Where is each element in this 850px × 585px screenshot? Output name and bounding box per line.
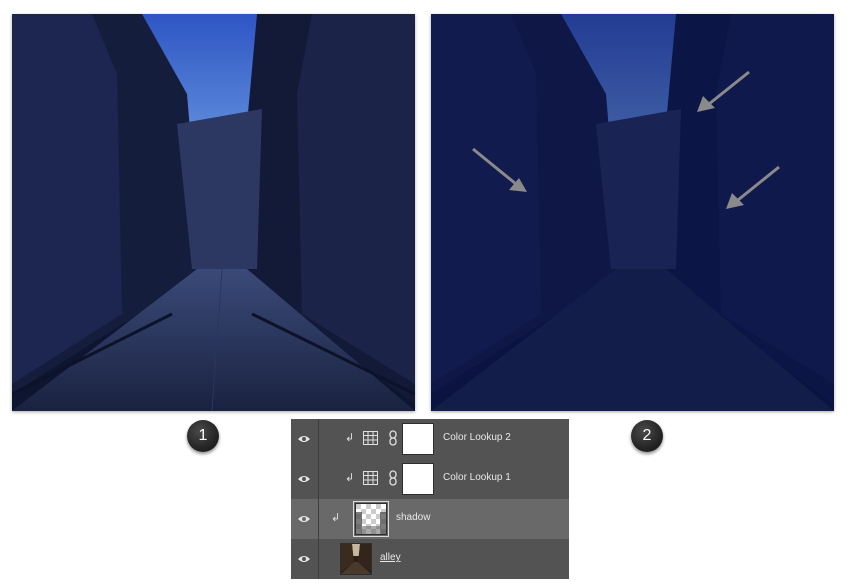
- transparency-thumbnail: [356, 504, 386, 534]
- layer-name[interactable]: shadow: [396, 512, 430, 523]
- layer-row-shadow[interactable]: ↲ shadow: [291, 499, 569, 540]
- step-2-badge: 2: [631, 420, 663, 452]
- step-1-badge: 1: [187, 420, 219, 452]
- clipping-arrow-icon: ↲: [345, 432, 355, 444]
- clipping-arrow-icon: ↲: [331, 512, 341, 524]
- visibility-toggle[interactable]: [291, 499, 319, 539]
- grid-icon: [363, 471, 378, 485]
- layer-row-color-lookup-1[interactable]: ↲ Color Lookup 1: [291, 459, 569, 500]
- layers-panel: ↲ Color Lookup 2 ↲ Color Lookup 1 ↲ shad…: [291, 419, 569, 579]
- layer-name[interactable]: Color Lookup 2: [443, 432, 511, 443]
- before-image: [12, 14, 415, 411]
- grid-icon: [363, 431, 378, 445]
- visibility-toggle[interactable]: [291, 539, 319, 579]
- layer-name[interactable]: alley: [380, 552, 401, 563]
- layer-row-alley[interactable]: alley: [291, 539, 569, 579]
- layer-name[interactable]: Color Lookup 1: [443, 472, 511, 483]
- link-icon: [389, 430, 397, 446]
- eye-icon: [298, 516, 310, 522]
- clipping-arrow-icon: ↲: [345, 472, 355, 484]
- eye-icon: [298, 436, 310, 442]
- layer-row-color-lookup-2[interactable]: ↲ Color Lookup 2: [291, 419, 569, 460]
- visibility-toggle[interactable]: [291, 419, 319, 459]
- link-icon: [389, 470, 397, 486]
- layer-thumbnail[interactable]: [340, 543, 372, 575]
- eye-icon: [298, 476, 310, 482]
- layer-thumbnail[interactable]: [353, 501, 389, 537]
- eye-icon: [298, 556, 310, 562]
- layer-mask-thumbnail[interactable]: [402, 423, 434, 455]
- after-image: [431, 14, 834, 411]
- visibility-toggle[interactable]: [291, 459, 319, 499]
- alley-thumbnail: [341, 544, 371, 574]
- layer-mask-thumbnail[interactable]: [402, 463, 434, 495]
